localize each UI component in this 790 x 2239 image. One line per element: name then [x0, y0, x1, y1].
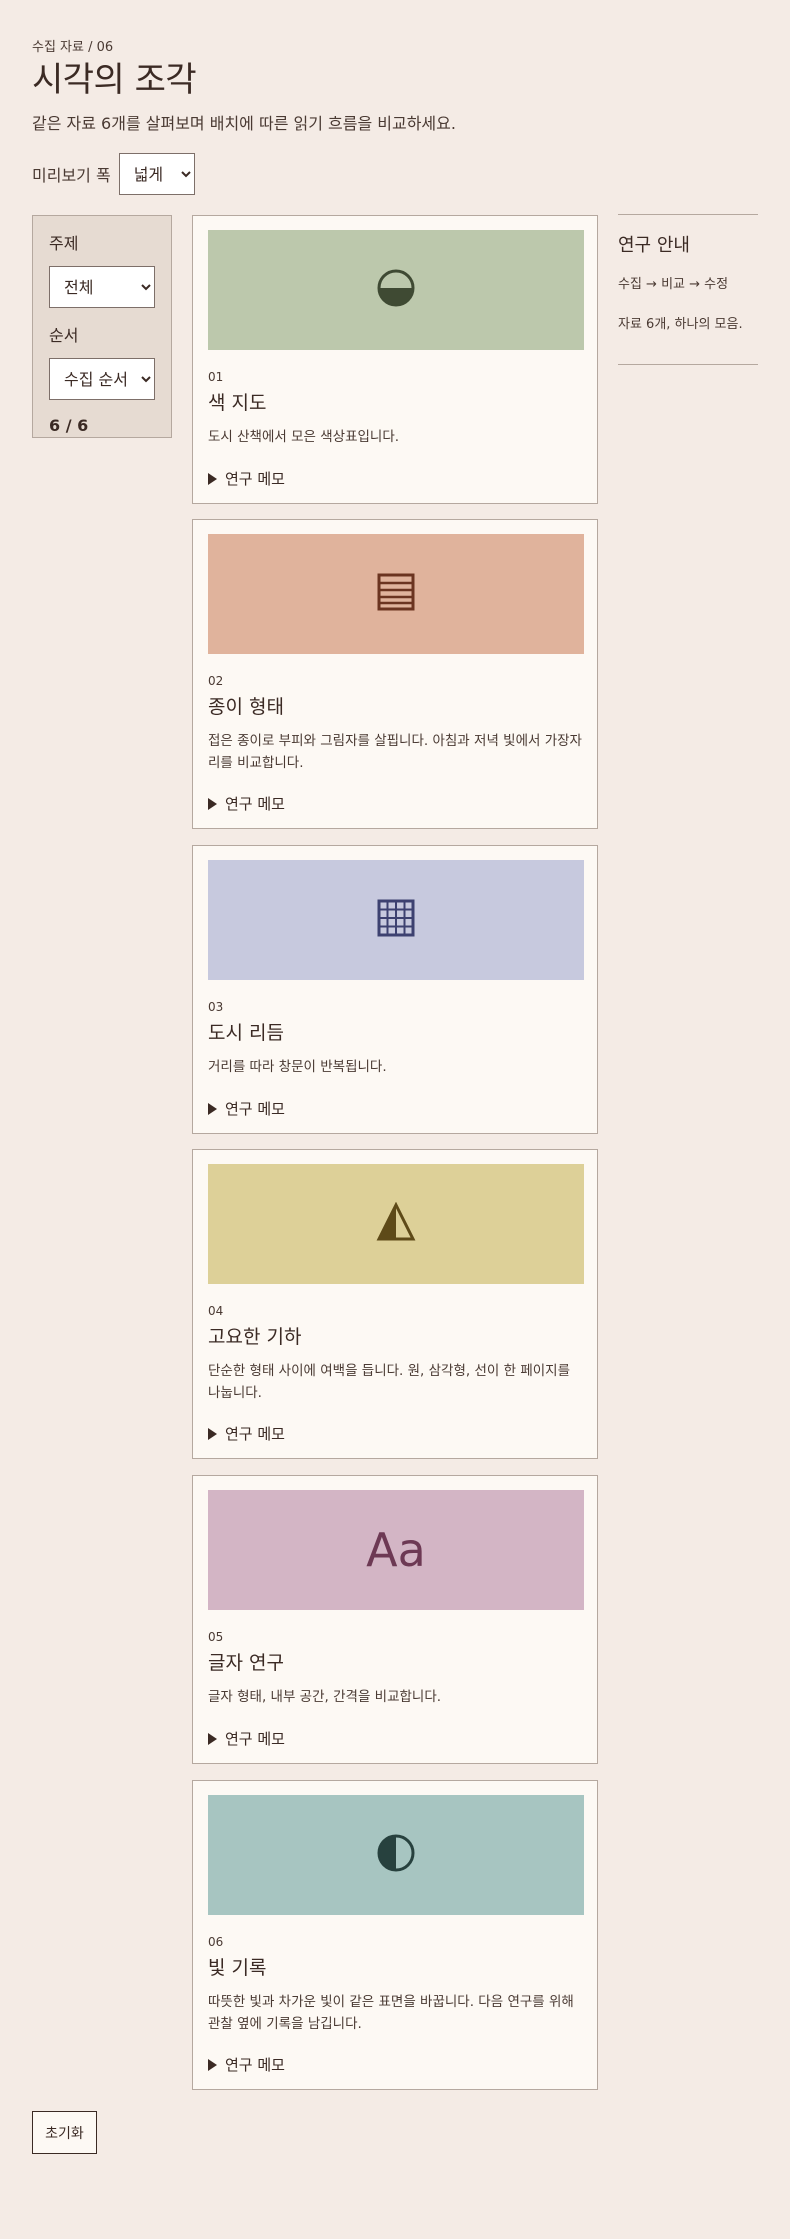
- card-title: 빛 기록: [208, 1957, 267, 1979]
- card-description: 단순한 형태 사이에 여백을 듭니다. 원, 삼각형, 선이 한 페이지를 나눕…: [208, 1363, 570, 1401]
- research-memo-toggle[interactable]: 연구 메모: [208, 1423, 285, 1444]
- card-title: 도시 리듬: [208, 1022, 284, 1044]
- research-memo-toggle[interactable]: 연구 메모: [208, 793, 285, 814]
- card-number: 06: [208, 1935, 224, 1949]
- card-number: 04: [208, 1304, 224, 1318]
- page-subtitle: 같은 자료 6개를 살펴보며 배치에 따른 읽기 흐름을 비교하세요.: [32, 114, 456, 133]
- card-number: 02: [208, 674, 224, 688]
- research-guide-title: 연구 안내: [618, 235, 690, 256]
- card-description: 따뜻한 빛과 차가운 빛이 같은 표면을 바꿉니다. 다음 연구를 위해 관찰 …: [208, 1994, 574, 2032]
- memo-label: 연구 메모: [225, 470, 285, 488]
- card: 06 빛 기록 따뜻한 빛과 차가운 빛이 같은 표면을 바꿉니다. 다음 연구…: [192, 1780, 598, 2090]
- research-memo-toggle[interactable]: 연구 메모: [208, 1098, 285, 1119]
- lined-square-icon: [376, 572, 416, 616]
- card-description: 도시 산책에서 모은 색상표입니다.: [208, 429, 400, 445]
- card: 04 고요한 기하 단순한 형태 사이에 여백을 듭니다. 원, 삼각형, 선이…: [192, 1149, 598, 1459]
- grid-square-icon: [376, 898, 416, 942]
- card: 02 종이 형태 접은 종이로 부피와 그림자를 살핍니다. 아침과 저녁 빛에…: [192, 519, 598, 829]
- card-description: 거리를 따라 창문이 반복됩니다.: [208, 1059, 387, 1075]
- research-memo-toggle[interactable]: 연구 메모: [208, 468, 285, 489]
- half-circle-icon: [376, 1833, 416, 1877]
- disclosure-triangle-icon: [208, 797, 217, 810]
- memo-label: 연구 메모: [225, 795, 285, 813]
- memo-label: 연구 메모: [225, 1425, 285, 1443]
- card-title: 글자 연구: [208, 1652, 284, 1674]
- page-title: 시각의 조각: [32, 60, 197, 100]
- filter-panel: 주제 전체 순서 수집 순서 6 / 6: [32, 215, 172, 438]
- reset-button[interactable]: 초기화: [32, 2111, 97, 2154]
- card-title: 종이 형태: [208, 696, 284, 718]
- research-memo-toggle[interactable]: 연구 메모: [208, 2054, 285, 2075]
- card-swatch: Aa: [208, 1490, 584, 1610]
- card-swatch: [208, 1164, 584, 1284]
- topic-label: 주제: [49, 234, 79, 253]
- disclosure-triangle-icon: [208, 1732, 217, 1745]
- card-number: 05: [208, 1630, 224, 1644]
- card-number: 03: [208, 1000, 224, 1014]
- result-count: 6 / 6: [49, 416, 89, 435]
- half-filled-circle-icon: [376, 268, 416, 312]
- preview-width-select[interactable]: 넓게: [118, 153, 195, 195]
- memo-label: 연구 메모: [225, 1730, 285, 1748]
- card: 03 도시 리듬 거리를 따라 창문이 반복됩니다. 연구 메모: [192, 845, 598, 1134]
- research-guide-flow: 수집 → 비교 → 수정: [618, 277, 729, 292]
- card-swatch: [208, 534, 584, 654]
- research-guide-note: 자료 6개, 하나의 모음.: [618, 317, 743, 332]
- order-select[interactable]: 수집 순서: [49, 358, 155, 400]
- disclosure-triangle-icon: [208, 1102, 217, 1115]
- card-description: 글자 형태, 내부 공간, 간격을 비교합니다.: [208, 1689, 442, 1705]
- card: Aa 05 글자 연구 글자 형태, 내부 공간, 간격을 비교합니다. 연구 …: [192, 1475, 598, 1764]
- card: 01 색 지도 도시 산책에서 모은 색상표입니다. 연구 메모: [192, 215, 598, 504]
- order-label: 순서: [49, 326, 79, 345]
- disclosure-triangle-icon: [208, 472, 217, 485]
- preview-width-label: 미리보기 폭: [32, 166, 111, 185]
- research-guide: 연구 안내 수집 → 비교 → 수정 자료 6개, 하나의 모음.: [618, 214, 758, 365]
- aa-glyph: Aa: [366, 1523, 426, 1577]
- card-swatch: [208, 1795, 584, 1915]
- card-title: 색 지도: [208, 392, 267, 414]
- card-swatch: [208, 230, 584, 350]
- disclosure-triangle-icon: [208, 2058, 217, 2071]
- half-triangle-icon: [376, 1201, 416, 1246]
- card-number: 01: [208, 370, 224, 384]
- topic-select[interactable]: 전체: [49, 266, 155, 308]
- memo-label: 연구 메모: [225, 2056, 285, 2074]
- card-swatch: [208, 860, 584, 980]
- memo-label: 연구 메모: [225, 1100, 285, 1118]
- card-title: 고요한 기하: [208, 1326, 302, 1348]
- preview-width-row: 미리보기 폭 넓게: [32, 152, 195, 196]
- disclosure-triangle-icon: [208, 1427, 217, 1440]
- card-description: 접은 종이로 부피와 그림자를 살핍니다. 아침과 저녁 빛에서 가장자리를 비…: [208, 733, 582, 771]
- research-memo-toggle[interactable]: 연구 메모: [208, 1728, 285, 1749]
